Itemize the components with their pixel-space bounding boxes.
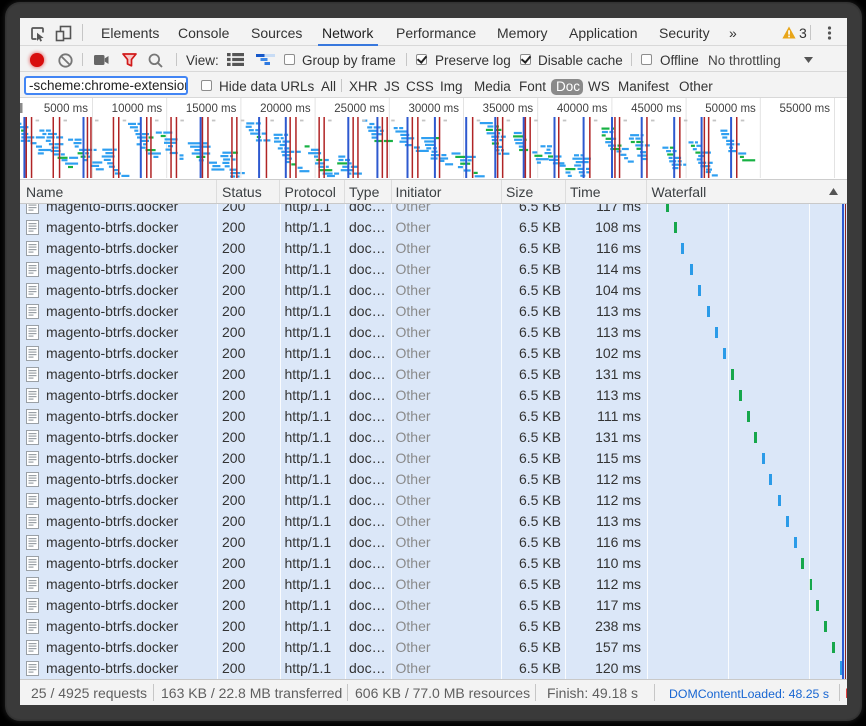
svg-text:10000 ms: 10000 ms [112, 103, 163, 115]
svg-text:5000 ms: 5000 ms [44, 103, 88, 115]
svg-text:25000 ms: 25000 ms [334, 103, 385, 115]
svg-text:15000 ms: 15000 ms [186, 103, 237, 115]
svg-text:20000 ms: 20000 ms [260, 103, 311, 115]
svg-text:50000 ms: 50000 ms [705, 103, 756, 115]
svg-text:35000 ms: 35000 ms [483, 103, 534, 115]
svg-text:40000 ms: 40000 ms [557, 103, 608, 115]
svg-text:30000 ms: 30000 ms [408, 103, 459, 115]
svg-text:55000 ms: 55000 ms [779, 103, 830, 115]
svg-text:45000 ms: 45000 ms [631, 103, 682, 115]
